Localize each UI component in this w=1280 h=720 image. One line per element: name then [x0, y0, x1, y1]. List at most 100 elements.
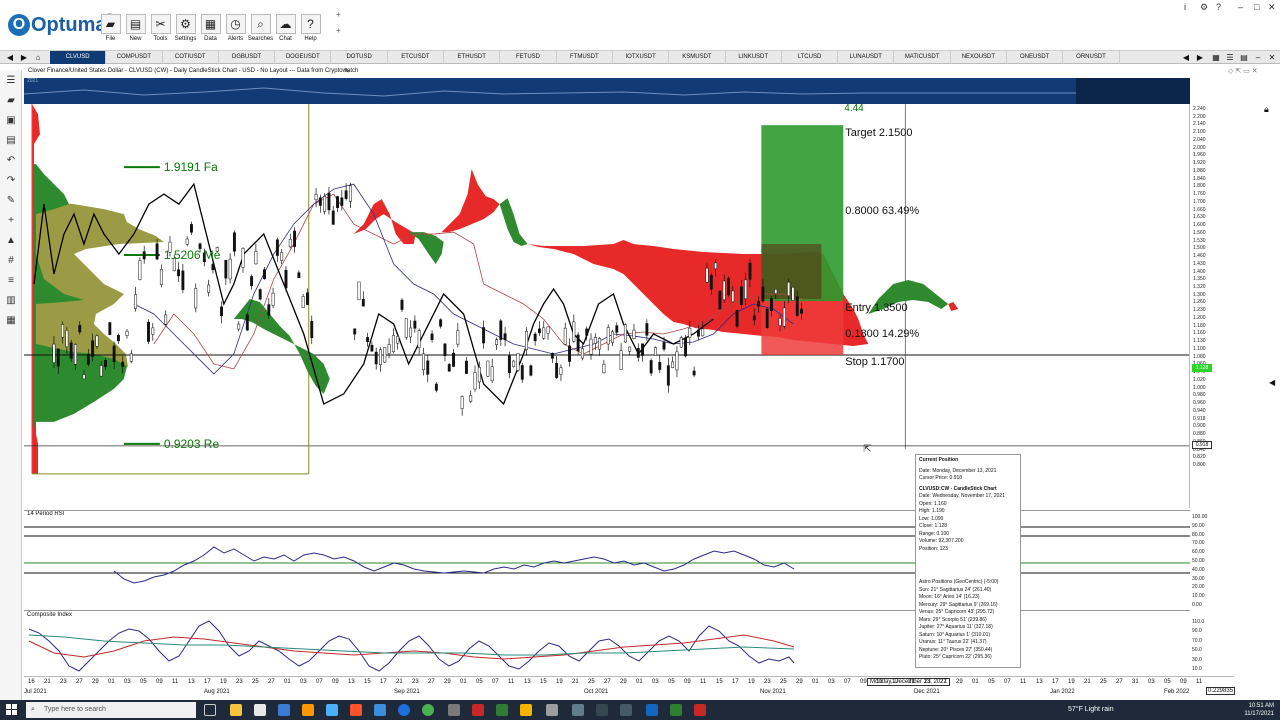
settings-icon[interactable]: ⚙: [1200, 2, 1208, 13]
tab-oneusdt[interactable]: ONEUSDT: [1007, 51, 1064, 64]
print-icon[interactable]: ▤: [3, 134, 19, 148]
app-icon[interactable]: [546, 704, 558, 716]
candle-body: [602, 363, 606, 374]
tab-iotxusdt[interactable]: IOTXUSDT: [613, 51, 670, 64]
tab-linkusdt[interactable]: LINKUSDT: [726, 51, 782, 64]
back-icon[interactable]: ◀: [4, 52, 16, 63]
date-tick: 23: [764, 679, 771, 685]
lock-icon[interactable]: ▲: [3, 234, 19, 248]
tab-ltcusd[interactable]: LTCUSD: [782, 51, 839, 64]
weather-widget[interactable]: 57°F Light rain: [1068, 706, 1114, 713]
optuma-taskbar-icon[interactable]: [398, 704, 410, 716]
tab-maticusdt[interactable]: MATICUSDT: [894, 51, 951, 64]
minimize-icon[interactable]: –: [1252, 52, 1264, 63]
properties-icon[interactable]: ▥: [3, 294, 19, 308]
app-icon[interactable]: [496, 704, 508, 716]
app-icon[interactable]: [302, 704, 314, 716]
chart-icon[interactable]: ▤: [1238, 52, 1250, 63]
tab-dotusd[interactable]: DOTUSD: [331, 51, 388, 64]
word-icon[interactable]: [646, 704, 658, 716]
edit-title-icon[interactable]: ✎: [344, 67, 350, 75]
layers-icon[interactable]: ≡: [3, 274, 19, 288]
scroll-left-icon[interactable]: ◀: [1180, 52, 1192, 63]
tab-ksmusdt[interactable]: KSMUSDT: [669, 51, 726, 64]
help-button[interactable]: ? Help: [298, 14, 323, 48]
candle-body: [512, 360, 516, 367]
date-axis[interactable]: Monday, December 13, 2021 16 21 23 27 29 01 03…: [24, 676, 1234, 698]
tab-nexousdt[interactable]: NEXOUSDT: [951, 51, 1008, 64]
windows-start-icon[interactable]: [6, 704, 18, 716]
taskbar-search-input[interactable]: ⌕ Type here to search: [26, 702, 196, 718]
pencil-icon[interactable]: ✎: [3, 194, 19, 208]
data-button[interactable]: ▦ Data: [198, 14, 223, 48]
lock-icon[interactable]: 🔒︎: [1264, 104, 1269, 115]
app-icon[interactable]: [694, 704, 706, 716]
list-icon[interactable]: ☰: [1224, 52, 1236, 63]
crosshair-icon[interactable]: +: [3, 214, 19, 228]
tab-fetusd[interactable]: FETUSD: [500, 51, 557, 64]
save-icon[interactable]: ▣: [3, 114, 19, 128]
tab-ornusdt[interactable]: ORNUSDT: [1063, 51, 1120, 64]
date-tick: 11: [508, 679, 515, 685]
tab-ethusdt[interactable]: ETHUSDT: [444, 51, 501, 64]
file-button[interactable]: ▰ File: [98, 14, 123, 48]
alerts-button[interactable]: ◷ Alerts: [223, 14, 248, 48]
file-explorer-icon[interactable]: [230, 704, 242, 716]
app-icon[interactable]: [520, 704, 532, 716]
tab-ftmusdt[interactable]: FTMUSDT: [557, 51, 613, 64]
price-chart[interactable]: 1.9191 Fa 1.5206 Me 0.9203 Re 4.44 Targe…: [24, 104, 1190, 508]
date-tick: 03: [652, 679, 659, 685]
chart-options-icon[interactable]: ◇ ⇱ ▭ ✕: [1228, 67, 1258, 75]
chrome-icon[interactable]: [422, 704, 434, 716]
tab-etcusdt[interactable]: ETCUSDT: [388, 51, 445, 64]
system-clock[interactable]: 10:51 AM 11/17/2021: [1244, 702, 1274, 718]
app-icon[interactable]: [448, 704, 460, 716]
app-icon[interactable]: [374, 704, 386, 716]
scroll-right-icon[interactable]: ▶: [1194, 52, 1206, 63]
app-icon[interactable]: [596, 704, 608, 716]
tab-dgbusdt[interactable]: DGBUSDT: [219, 51, 276, 64]
chat-button[interactable]: ☁ Chat: [273, 14, 298, 48]
search-icon: ⌕: [250, 14, 271, 34]
expand-icon[interactable]: +: [336, 26, 341, 35]
searches-button[interactable]: ⌕ Searches: [248, 14, 273, 48]
tabs: CLVUSD COMPUSDT COTIUSDT DGBUSDT DOGEUSDT DOT…: [50, 51, 1120, 64]
grid-icon[interactable]: ▦: [1210, 52, 1222, 63]
tab-cotiusdt[interactable]: COTIUSDT: [163, 51, 219, 64]
redo-icon[interactable]: ↷: [3, 174, 19, 188]
date-tick: 19: [220, 679, 227, 685]
page-icon[interactable]: ☰: [3, 74, 19, 88]
app-icon[interactable]: [472, 704, 484, 716]
app-icon[interactable]: [572, 704, 584, 716]
tab-dogeusdt[interactable]: DOGEUSDT: [275, 51, 332, 64]
help-icon[interactable]: ?: [1216, 2, 1221, 12]
undo-icon[interactable]: ↶: [3, 154, 19, 168]
app-icon[interactable]: [326, 704, 338, 716]
collapse-panel-icon[interactable]: ◀: [1269, 378, 1275, 387]
tab-lunausdt[interactable]: LUNAUSDT: [838, 51, 895, 64]
new-button[interactable]: ▤ New: [123, 14, 148, 48]
close-icon[interactable]: ✕: [1266, 52, 1278, 63]
app-icon[interactable]: [620, 704, 632, 716]
home-icon[interactable]: ⌂: [32, 52, 44, 63]
minimize-icon[interactable]: –: [1238, 2, 1243, 12]
forward-icon[interactable]: ▶: [18, 52, 30, 63]
expand-icon[interactable]: +: [336, 10, 341, 19]
task-view-icon[interactable]: [204, 704, 216, 716]
folder-icon[interactable]: ▰: [3, 94, 19, 108]
app-icon[interactable]: [670, 704, 682, 716]
settings-button[interactable]: ⚙ Settings: [173, 14, 198, 48]
maximize-icon[interactable]: □: [1254, 2, 1259, 12]
tab-clvusd[interactable]: CLVUSD: [50, 51, 107, 64]
candle-body: [306, 292, 309, 305]
store-icon[interactable]: [254, 704, 266, 716]
grid-icon[interactable]: #: [3, 254, 19, 268]
close-icon[interactable]: ✕: [1268, 2, 1276, 13]
clipboard-icon[interactable]: ▦: [3, 314, 19, 328]
overview-strip[interactable]: 2021: [24, 78, 1190, 104]
info-icon[interactable]: i: [1184, 2, 1186, 12]
mail-icon[interactable]: [278, 704, 290, 716]
brave-icon[interactable]: [350, 704, 362, 716]
tools-button[interactable]: ✂ Tools: [148, 14, 173, 48]
tab-compusdt[interactable]: COMPUSDT: [106, 51, 163, 64]
